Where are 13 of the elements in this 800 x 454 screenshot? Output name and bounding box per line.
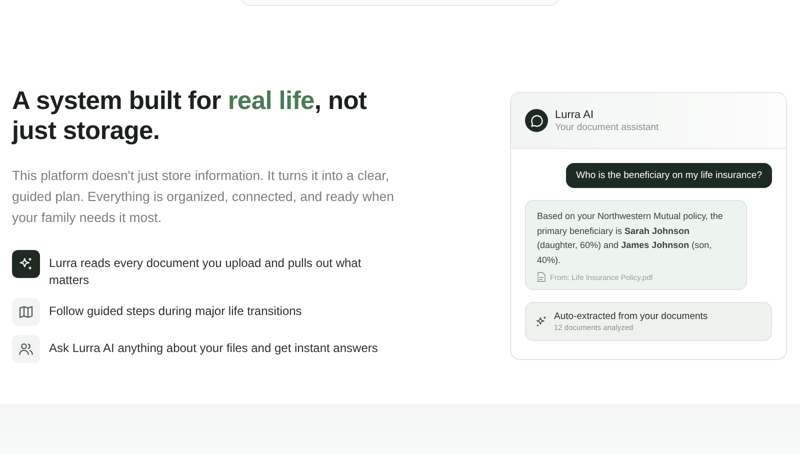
summary-title: Auto-extracted from your documents (554, 311, 708, 322)
assistant-subtitle: Your document assistant (555, 122, 659, 132)
section-heading: A system built for real life, not just storage. (12, 86, 368, 146)
chat-bubble-icon (525, 109, 548, 132)
feature-text: Lurra reads every document you upload and pulls out what matters (49, 255, 362, 289)
description-text: This platform doesn't just store information. It turns it into a clear, guided plan. Everything is organized, connected, and ready when your family needs it most. (12, 167, 395, 227)
sparkle-icon (535, 315, 548, 328)
document-icon (537, 272, 546, 282)
user-message: Who is the beneficiary on my life insurance? (566, 163, 772, 188)
feature-text: Ask Lurra AI anything about your files and get instant answers (49, 340, 378, 357)
feature-text: Follow guided steps during major life transitions (49, 303, 302, 320)
answer-text: Based on your Northwestern Mutual policy, the primary beneficiary is Sarah Johnson (daughter, 60%) and James Johnson (son, 40%). (537, 210, 724, 267)
assistant-name: Lurra AI (555, 108, 595, 120)
